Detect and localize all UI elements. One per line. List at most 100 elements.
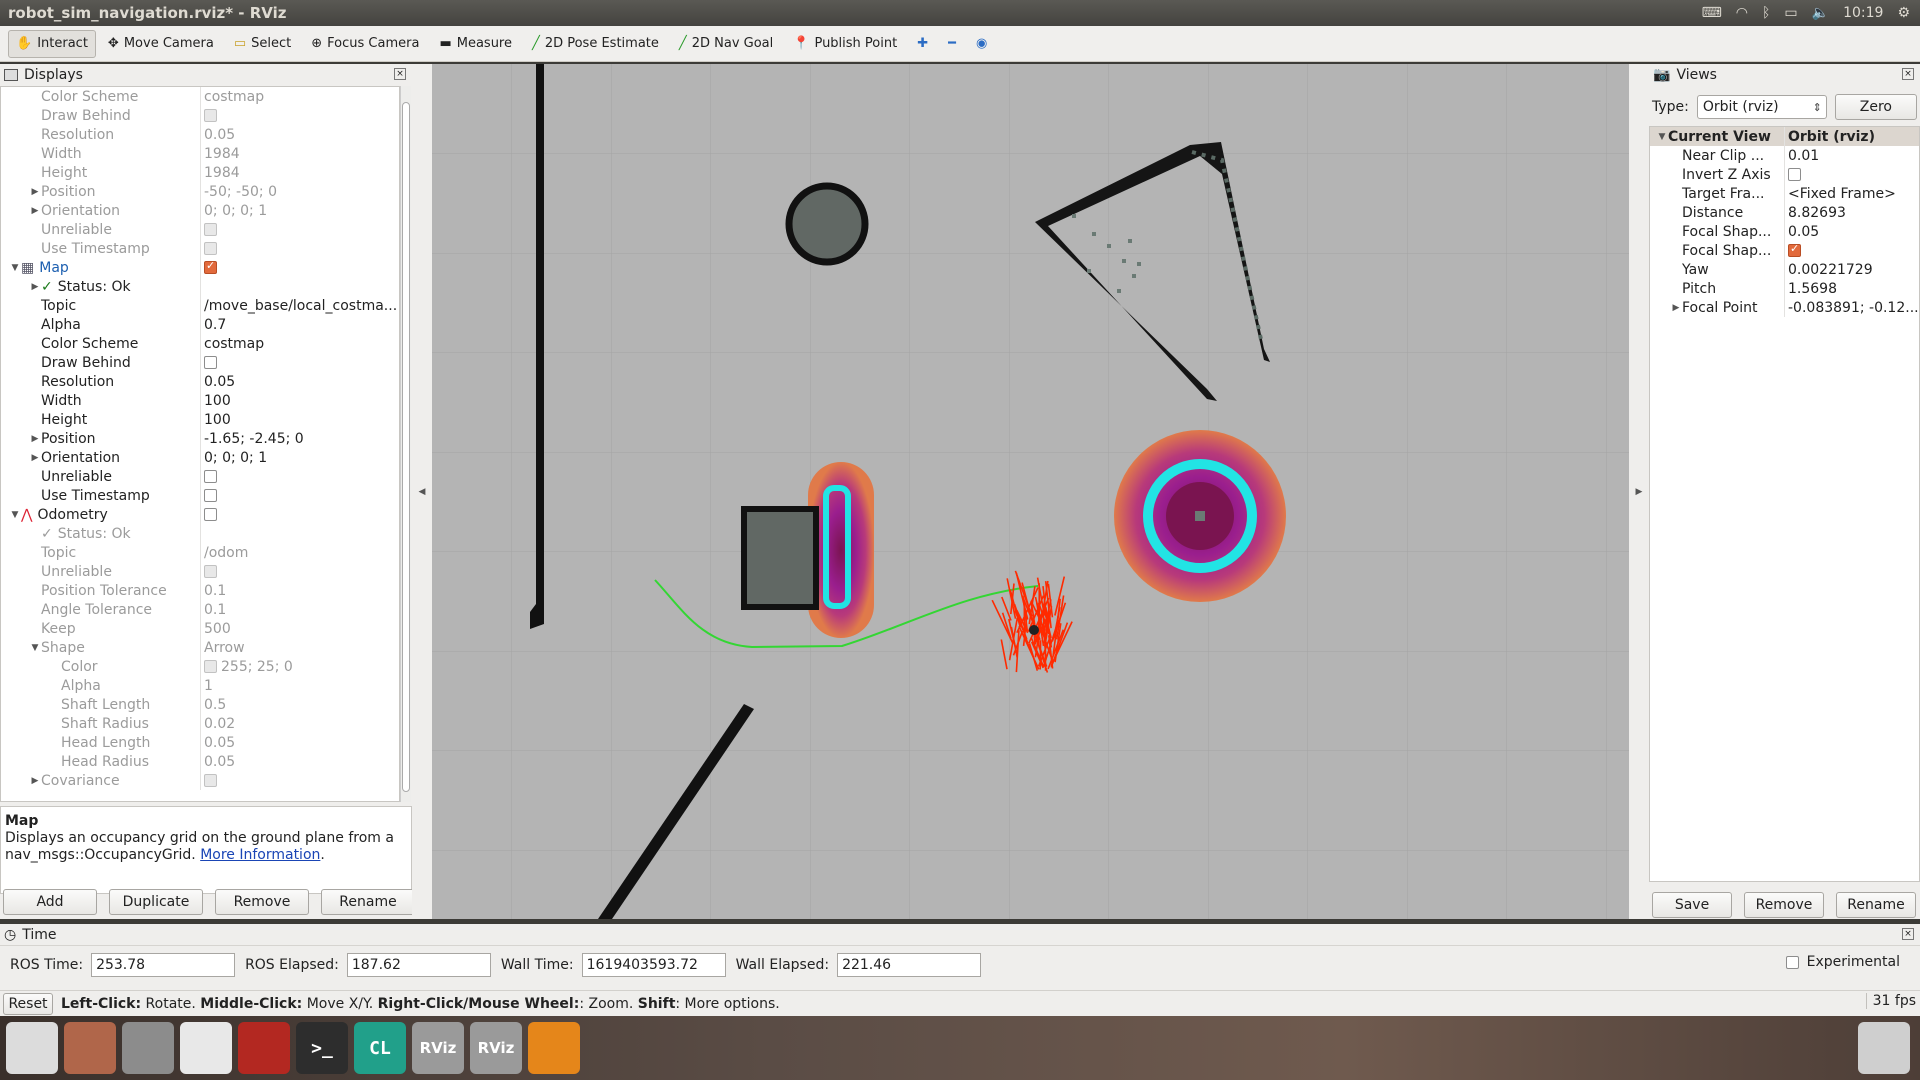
tool-2d-nav-goal[interactable]: ╱ 2D Nav Goal (671, 30, 781, 58)
ros-time-field[interactable]: 253.78 (91, 953, 236, 977)
property-value[interactable]: 100 (204, 393, 231, 409)
view-property-row[interactable]: Target Fra... <Fixed Frame> (1650, 184, 1919, 203)
property-checkbox[interactable] (204, 508, 217, 521)
scrollbar-thumb[interactable] (402, 102, 410, 792)
zero-button[interactable]: Zero (1834, 94, 1917, 120)
property-value[interactable]: 100 (204, 412, 231, 428)
rviz-icon[interactable]: RViz (470, 1022, 522, 1074)
property-value[interactable]: -50; -50; 0 (204, 184, 277, 200)
view-property-value[interactable]: <Fixed Frame> (1788, 186, 1896, 202)
duplicate-display-button[interactable]: Duplicate (109, 889, 203, 915)
current-view-row[interactable]: ▼ Current View Orbit (rviz) (1650, 127, 1919, 146)
display-property-row[interactable]: Topic/move_base/local_costma... (1, 296, 399, 315)
sublime-icon[interactable] (528, 1022, 580, 1074)
property-value[interactable]: 0.05 (204, 127, 235, 143)
files-icon[interactable] (64, 1022, 116, 1074)
clock[interactable]: 10:19 (1843, 5, 1883, 21)
clion-icon[interactable]: CL (354, 1022, 406, 1074)
expand-arrow-icon[interactable]: ▼ (1656, 132, 1668, 142)
display-property-row[interactable]: Use Timestamp (1, 486, 399, 505)
display-property-row[interactable]: ▶ Position -1.65; -2.45; 0 (1, 429, 399, 448)
display-property-row[interactable]: Width 1984 (1, 144, 399, 163)
collapse-left-handle[interactable]: ◀ (412, 64, 432, 919)
display-property-row[interactable]: Use Timestamp (1, 239, 399, 258)
tool-focus-camera[interactable]: ⊕ Focus Camera (303, 30, 427, 58)
display-property-row[interactable]: Color 255; 25; 0 (1, 657, 399, 676)
eye-icon[interactable]: ◉ (968, 30, 995, 58)
view-property-row[interactable]: Pitch 1.5698 (1650, 279, 1919, 298)
view-property-checkbox[interactable] (1788, 243, 1801, 257)
minus-icon[interactable]: ━ (940, 30, 964, 58)
display-property-row[interactable]: ✓ Status: Ok (1, 524, 399, 543)
tool-publish-point[interactable]: 📍 Publish Point (785, 30, 905, 58)
view-property-row[interactable]: Yaw 0.00221729 (1650, 260, 1919, 279)
property-value[interactable]: 0; 0; 0; 1 (204, 450, 267, 466)
view-property-value[interactable]: 8.82693 (1788, 205, 1846, 221)
property-checkbox[interactable] (204, 242, 217, 255)
property-value[interactable]: 0; 0; 0; 1 (204, 203, 267, 219)
display-property-row[interactable]: ▶ Position -50; -50; 0 (1, 182, 399, 201)
property-checkbox[interactable] (204, 489, 217, 502)
display-property-row[interactable]: Alpha 0.7 (1, 315, 399, 334)
expand-arrow-icon[interactable]: ▶ (29, 776, 41, 786)
display-property-row[interactable]: Head Radius 0.05 (1, 752, 399, 771)
rename-display-button[interactable]: Rename (321, 889, 415, 915)
ros-elapsed-field[interactable]: 187.62 (346, 953, 491, 977)
view-property-checkbox[interactable] (1788, 168, 1801, 181)
property-value[interactable]: 0.02 (204, 716, 235, 732)
display-property-row[interactable]: Unreliable (1, 562, 399, 581)
gear-icon[interactable]: ⚙ (1897, 5, 1910, 21)
property-checkbox[interactable] (204, 109, 217, 122)
property-value[interactable]: -1.65; -2.45; 0 (204, 431, 304, 447)
view-property-row[interactable]: ▶ Focal Point -0.083891; -0.12... (1650, 298, 1919, 317)
display-property-row[interactable]: ▶ Covariance (1, 771, 399, 790)
property-value[interactable]: Arrow (204, 640, 245, 656)
view-property-value[interactable]: -0.083891; -0.12... (1788, 300, 1919, 316)
remove-view-button[interactable]: Remove (1744, 892, 1824, 918)
property-value[interactable]: 0.7 (204, 317, 226, 333)
property-value[interactable]: /odom (204, 545, 248, 561)
view-property-row[interactable]: Focal Shap... (1650, 241, 1919, 260)
expand-arrow-icon[interactable]: ▶ (29, 187, 41, 197)
expand-arrow-icon[interactable]: ▼ (9, 510, 21, 520)
expand-arrow-icon[interactable]: ▶ (29, 434, 41, 444)
property-value[interactable]: 255; 25; 0 (221, 659, 293, 675)
remove-display-button[interactable]: Remove (215, 889, 309, 915)
display-property-row[interactable]: Color Scheme costmap (1, 87, 399, 106)
volume-icon[interactable]: 🔈 (1812, 5, 1829, 21)
property-value[interactable]: /move_base/local_costma... (204, 298, 397, 314)
tool-select[interactable]: ▭ Select (226, 30, 299, 58)
collapse-right-handle[interactable]: ▶ (1629, 64, 1649, 919)
property-value[interactable]: 1 (204, 678, 213, 694)
plus-icon[interactable]: ✚ (909, 30, 936, 58)
display-property-row[interactable]: ▼ ⋀ Odometry (1, 505, 399, 524)
property-checkbox[interactable] (204, 470, 217, 483)
display-property-row[interactable]: Angle Tolerance 0.1 (1, 600, 399, 619)
tool-interact[interactable]: ✋ Interact (8, 29, 96, 58)
view-property-value[interactable]: 0.05 (1788, 224, 1819, 240)
save-view-button[interactable]: Save (1652, 892, 1732, 918)
workspace-icon[interactable] (238, 1022, 290, 1074)
add-display-button[interactable]: Add (3, 889, 97, 915)
view-type-select[interactable]: Orbit (rviz) (1696, 95, 1827, 119)
display-property-row[interactable]: Height 100 (1, 410, 399, 429)
display-property-row[interactable]: Draw Behind (1, 353, 399, 372)
display-property-row[interactable]: Shaft Length 0.5 (1, 695, 399, 714)
rename-view-button[interactable]: Rename (1836, 892, 1916, 918)
tool-measure[interactable]: ▬ Measure (431, 30, 520, 58)
tool-2d-pose-estimate[interactable]: ╱ 2D Pose Estimate (524, 30, 667, 58)
view-property-row[interactable]: Focal Shap... 0.05 (1650, 222, 1919, 241)
close-icon[interactable]: × (1902, 68, 1914, 80)
expand-arrow-icon[interactable]: ▶ (1670, 303, 1682, 313)
view-property-value[interactable]: 0.01 (1788, 148, 1819, 164)
display-property-row[interactable]: Position Tolerance 0.1 (1, 581, 399, 600)
more-information-link[interactable]: More Information (200, 847, 320, 863)
display-property-row[interactable]: Alpha 1 (1, 676, 399, 695)
wifi-icon[interactable]: ◠ (1736, 5, 1748, 21)
view-property-row[interactable]: Distance 8.82693 (1650, 203, 1919, 222)
display-property-row[interactable]: Resolution 0.05 (1, 125, 399, 144)
chrome-icon[interactable] (180, 1022, 232, 1074)
rviz-icon[interactable]: RViz (412, 1022, 464, 1074)
property-checkbox[interactable] (204, 774, 217, 787)
display-property-row[interactable]: Color Scheme costmap (1, 334, 399, 353)
